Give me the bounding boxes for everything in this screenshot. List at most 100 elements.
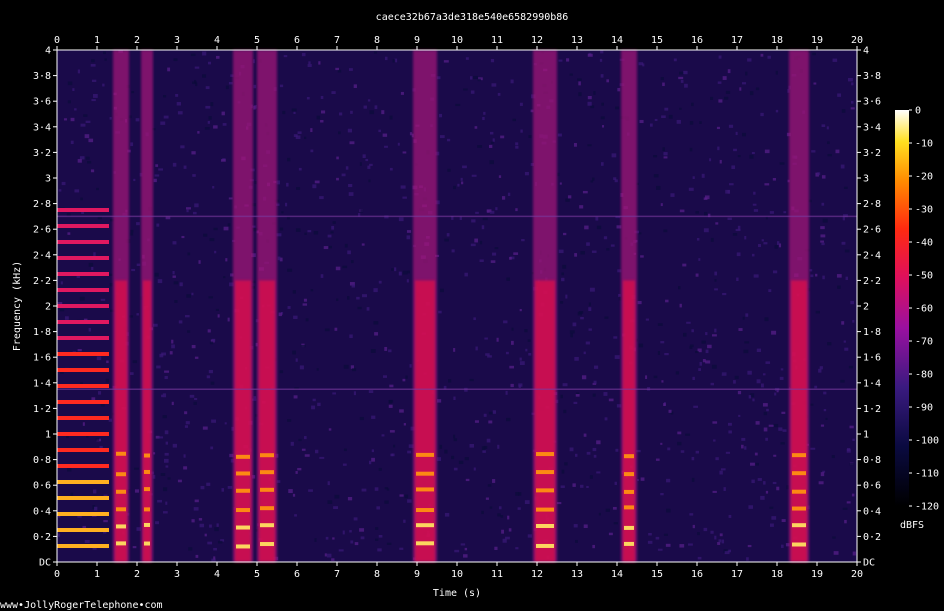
noise-speck — [183, 454, 186, 458]
y-tick-label-left: 3 — [45, 174, 51, 185]
noise-speck — [304, 136, 307, 140]
noise-speck — [682, 263, 687, 267]
noise-speck — [501, 529, 505, 534]
noise-speck — [194, 398, 198, 401]
noise-speck — [663, 533, 668, 536]
noise-speck — [815, 310, 820, 314]
burst-formant — [260, 453, 274, 458]
burst-formant — [792, 489, 806, 494]
noise-speck — [285, 202, 288, 207]
noise-speck — [164, 376, 168, 380]
noise-speck — [688, 187, 694, 191]
noise-speck — [481, 510, 484, 515]
noise-speck — [498, 175, 502, 178]
noise-speck — [738, 328, 743, 331]
noise-speck — [154, 272, 159, 277]
noise-speck — [295, 471, 298, 474]
noise-speck — [692, 524, 695, 529]
noise-speck — [298, 438, 302, 442]
noise-speck — [842, 507, 848, 510]
harmonic-line — [57, 240, 109, 244]
noise-speck — [638, 232, 642, 235]
noise-speck — [716, 126, 720, 130]
noise-speck — [577, 78, 582, 81]
noise-speck — [191, 344, 196, 349]
noise-speck — [727, 217, 732, 221]
noise-speck — [399, 547, 404, 550]
noise-speck — [820, 226, 825, 230]
noise-speck — [566, 58, 570, 62]
y-tick-label-left: 0·2 — [33, 532, 51, 543]
burst-formant — [236, 488, 250, 493]
noise-speck — [768, 424, 774, 427]
burst-formant — [236, 525, 250, 530]
colorbar-tick-label: 0 — [915, 106, 921, 117]
noise-speck — [327, 481, 330, 486]
noise-speck — [336, 177, 339, 181]
noise-speck — [753, 191, 756, 195]
noise-speck — [316, 368, 319, 371]
burst-formant — [536, 452, 554, 457]
noise-speck — [130, 229, 134, 233]
noise-speck — [601, 102, 604, 106]
noise-speck — [132, 360, 138, 364]
noise-speck — [405, 375, 408, 379]
x-tick-label-bottom: 18 — [771, 569, 783, 580]
noise-speck — [373, 321, 379, 325]
burst-formant — [144, 541, 150, 546]
noise-speck — [827, 141, 830, 145]
y-tick-label-right: 0·8 — [863, 455, 881, 466]
noise-speck — [337, 131, 341, 135]
burst-formant — [116, 507, 126, 512]
noise-speck — [464, 457, 469, 461]
noise-speck — [673, 58, 677, 62]
noise-speck — [350, 260, 354, 264]
y-tick-label-left: 2·6 — [33, 225, 51, 236]
noise-speck — [756, 379, 761, 384]
noise-speck — [160, 472, 166, 476]
noise-speck — [757, 478, 762, 481]
noise-speck — [347, 250, 351, 255]
noise-speck — [765, 490, 769, 494]
noise-speck — [376, 506, 381, 510]
noise-speck — [844, 347, 849, 351]
noise-speck — [841, 321, 845, 325]
noise-speck — [171, 401, 174, 406]
noise-speck — [215, 308, 220, 311]
noise-speck — [751, 152, 755, 155]
y-tick-label-right: 0·2 — [863, 532, 881, 543]
noise-speck — [615, 106, 620, 110]
noise-speck — [813, 82, 817, 85]
noise-speck — [163, 115, 169, 119]
noise-speck — [217, 314, 220, 318]
noise-speck — [603, 392, 608, 396]
noise-speck — [213, 125, 218, 129]
noise-speck — [739, 87, 742, 91]
colorbar-tick-label: -20 — [915, 172, 933, 183]
noise-speck — [761, 239, 764, 242]
noise-speck — [586, 242, 590, 246]
noise-speck — [731, 165, 736, 170]
noise-speck — [341, 173, 346, 177]
noise-speck — [463, 88, 468, 91]
harmonic-line — [57, 352, 109, 356]
x-tick-label-top: 15 — [651, 35, 663, 46]
noise-speck — [276, 180, 280, 185]
noise-speck — [374, 332, 379, 336]
noise-speck — [100, 298, 106, 301]
noise-speck — [67, 232, 71, 235]
noise-speck — [575, 539, 578, 543]
noise-speck — [304, 232, 307, 235]
y-tick-label-left: 3·8 — [33, 71, 51, 82]
noise-speck — [812, 52, 816, 56]
noise-speck — [349, 334, 353, 339]
noise-speck — [735, 131, 738, 136]
noise-speck — [108, 273, 113, 276]
noise-speck — [600, 74, 604, 78]
noise-speck — [562, 383, 568, 387]
x-tick-label-top: 10 — [451, 35, 463, 46]
noise-speck — [61, 181, 66, 186]
noise-speck — [679, 107, 682, 110]
noise-speck — [767, 55, 771, 59]
noise-speck — [438, 310, 442, 314]
